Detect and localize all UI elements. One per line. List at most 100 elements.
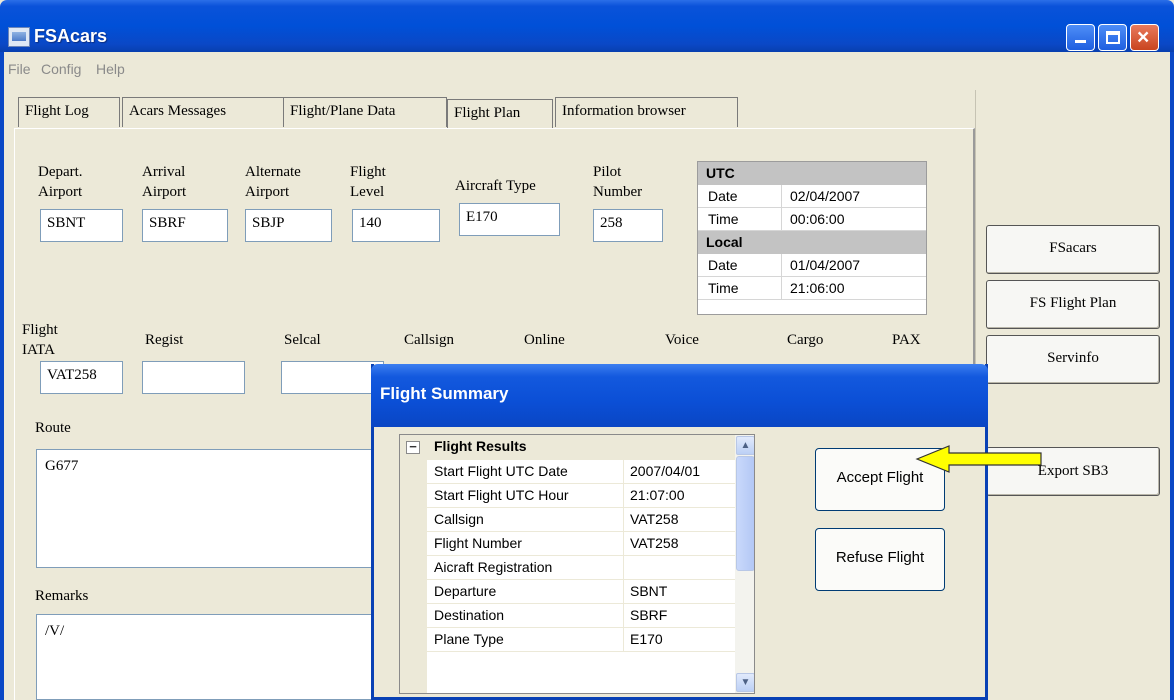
close-icon: × (1137, 26, 1150, 49)
scroll-up-icon[interactable]: ▲ (736, 436, 754, 455)
depart-airport-label-1: Depart. (38, 164, 83, 180)
grid-value: VAT258 (630, 535, 679, 551)
utc-time-row: Time 00:06:00 (698, 208, 926, 231)
utc-time-label: Time (708, 211, 739, 227)
dialog-title: Flight Summary (380, 384, 509, 403)
aircraft-type-field[interactable]: E170 (459, 203, 560, 236)
grid-key: Plane Type (434, 631, 504, 647)
cargo-label: Cargo (787, 332, 824, 348)
pilot-number-label-2: Number (593, 184, 643, 200)
selcal-field[interactable] (281, 361, 384, 394)
cell-divider (623, 604, 624, 628)
grid-row[interactable]: Start Flight UTC Date 2007/04/01 (427, 460, 737, 484)
callsign-label: Callsign (404, 332, 455, 348)
grid-row[interactable]: Start Flight UTC Hour 21:07:00 (427, 484, 737, 508)
flight-iata-label-2: IATA (22, 342, 55, 358)
grid-value: 2007/04/01 (630, 463, 701, 479)
alternate-airport-field[interactable]: SBJP (245, 209, 332, 242)
cell-divider (623, 580, 624, 604)
window-title: FSAcars (34, 26, 108, 46)
regist-field[interactable] (142, 361, 245, 394)
window-frame-left (0, 88, 4, 700)
grid-key: Start Flight UTC Date (434, 463, 568, 479)
grid-value: 21:07:00 (630, 487, 685, 503)
menu-file[interactable]: File (8, 61, 31, 77)
maximize-icon (1106, 31, 1120, 44)
grid-value: VAT258 (630, 511, 679, 527)
cell-divider (623, 484, 624, 508)
grid-key: Destination (434, 607, 505, 623)
utc-date-row: Date 02/04/2007 (698, 185, 926, 208)
depart-airport-field[interactable]: SBNT (40, 209, 123, 242)
local-time-label: Time (708, 280, 739, 296)
flight-level-field[interactable]: 140 (352, 209, 440, 242)
cell-divider (623, 532, 624, 556)
regist-label: Regist (145, 332, 184, 348)
online-label: Online (524, 332, 565, 348)
cell-divider (623, 460, 624, 484)
route-field[interactable]: G677 (36, 449, 381, 568)
flight-iata-label-1: Flight (22, 322, 58, 338)
utc-header: UTC (698, 162, 926, 185)
minimize-button[interactable] (1066, 24, 1095, 51)
local-header: Local (698, 231, 926, 254)
window-frame-right (1170, 88, 1174, 700)
flight-level-label-2: Level (350, 184, 385, 200)
grid-row[interactable]: Departure SBNT (427, 580, 737, 604)
cell-divider (781, 277, 782, 300)
grid-row[interactable]: Destination SBRF (427, 604, 737, 628)
selcal-label: Selcal (284, 332, 321, 348)
tab-flight-log[interactable]: Flight Log (18, 97, 120, 127)
fs-flight-plan-button[interactable]: FS Flight Plan (986, 280, 1160, 329)
grid-row[interactable]: Aicraft Registration (427, 556, 737, 580)
grid-key: Flight Number (434, 535, 522, 551)
pilot-number-label-1: Pilot (593, 164, 622, 180)
menu-config[interactable]: Config (41, 61, 81, 77)
grid-row[interactable]: Plane Type E170 (427, 628, 737, 652)
local-time-value: 21:06:00 (790, 280, 845, 296)
maximize-button[interactable] (1098, 24, 1127, 51)
grid-row[interactable]: Callsign VAT258 (427, 508, 737, 532)
tab-acars-messages[interactable]: Acars Messages (122, 97, 286, 127)
tab-flight-plan[interactable]: Flight Plan (447, 99, 553, 129)
dialog-title-bar: Flight Summary (371, 364, 988, 427)
grid-scrollbar[interactable]: ▲ ▼ (735, 435, 754, 693)
scroll-down-icon[interactable]: ▼ (736, 673, 754, 692)
cell-divider (781, 208, 782, 231)
tab-information-browser[interactable]: Information browser (555, 97, 738, 127)
depart-airport-label-2: Airport (38, 184, 83, 200)
grid-category: Flight Results (427, 435, 754, 460)
tab-flight-plane-data[interactable]: Flight/Plane Data (283, 97, 447, 127)
scroll-thumb[interactable] (736, 456, 754, 571)
voice-label: Voice (665, 332, 699, 348)
time-info-box: UTC Date 02/04/2007 Time 00:06:00 Local … (697, 161, 927, 315)
utc-time-value: 00:06:00 (790, 211, 845, 227)
utc-date-label: Date (708, 188, 738, 204)
remarks-label: Remarks (35, 588, 89, 604)
flight-iata-field[interactable]: VAT258 (40, 361, 123, 394)
cell-divider (781, 254, 782, 277)
close-button[interactable]: × (1130, 24, 1159, 51)
grid-row[interactable]: Flight Number VAT258 (427, 532, 737, 556)
menu-help[interactable]: Help (96, 61, 125, 77)
collapse-icon[interactable]: − (406, 440, 420, 454)
grid-key: Departure (434, 583, 497, 599)
arrival-airport-field[interactable]: SBRF (142, 209, 228, 242)
local-date-row: Date 01/04/2007 (698, 254, 926, 277)
servinfo-button[interactable]: Servinfo (986, 335, 1160, 384)
local-time-row: Time 21:06:00 (698, 277, 926, 300)
refuse-flight-button[interactable]: Refuse Flight (815, 528, 945, 591)
cell-divider (623, 508, 624, 532)
pax-label: PAX (892, 332, 921, 348)
minimize-icon (1075, 40, 1086, 43)
pilot-number-field[interactable]: 258 (593, 209, 663, 242)
app-icon (8, 27, 30, 47)
flight-summary-dialog: Flight Summary − Flight Results Start Fl… (371, 364, 988, 700)
route-label: Route (35, 420, 71, 436)
arrival-airport-label-2: Airport (142, 184, 187, 200)
pointer-arrow-icon (915, 445, 1042, 473)
fsacars-button[interactable]: FSacars (986, 225, 1160, 274)
local-date-label: Date (708, 257, 738, 273)
grid-key: Callsign (434, 511, 484, 527)
remarks-field[interactable]: /V/ (36, 614, 381, 700)
